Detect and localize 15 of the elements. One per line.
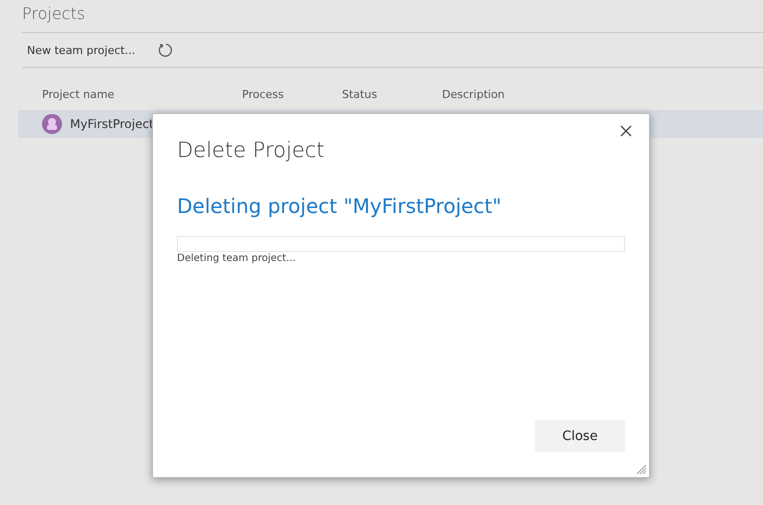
close-icon[interactable] [619,124,633,138]
column-header[interactable]: Process [242,88,342,110]
refresh-icon[interactable] [157,42,174,58]
column-header[interactable]: Description [442,88,505,110]
resize-grip-icon[interactable] [637,465,647,475]
close-button[interactable]: Close [535,420,625,452]
column-header[interactable]: Project name [42,88,242,110]
dialog-title: Delete Project [177,138,326,162]
page-title: Projects [22,4,86,25]
dialog-heading: Deleting project "MyFirstProject" [177,194,502,218]
column-header[interactable]: Status [342,88,442,110]
project-avatar-icon [42,114,62,134]
new-project-link[interactable]: New team project... [27,44,136,56]
project-name: MyFirstProject [70,117,154,131]
status-text: Deleting team project... [177,253,297,264]
